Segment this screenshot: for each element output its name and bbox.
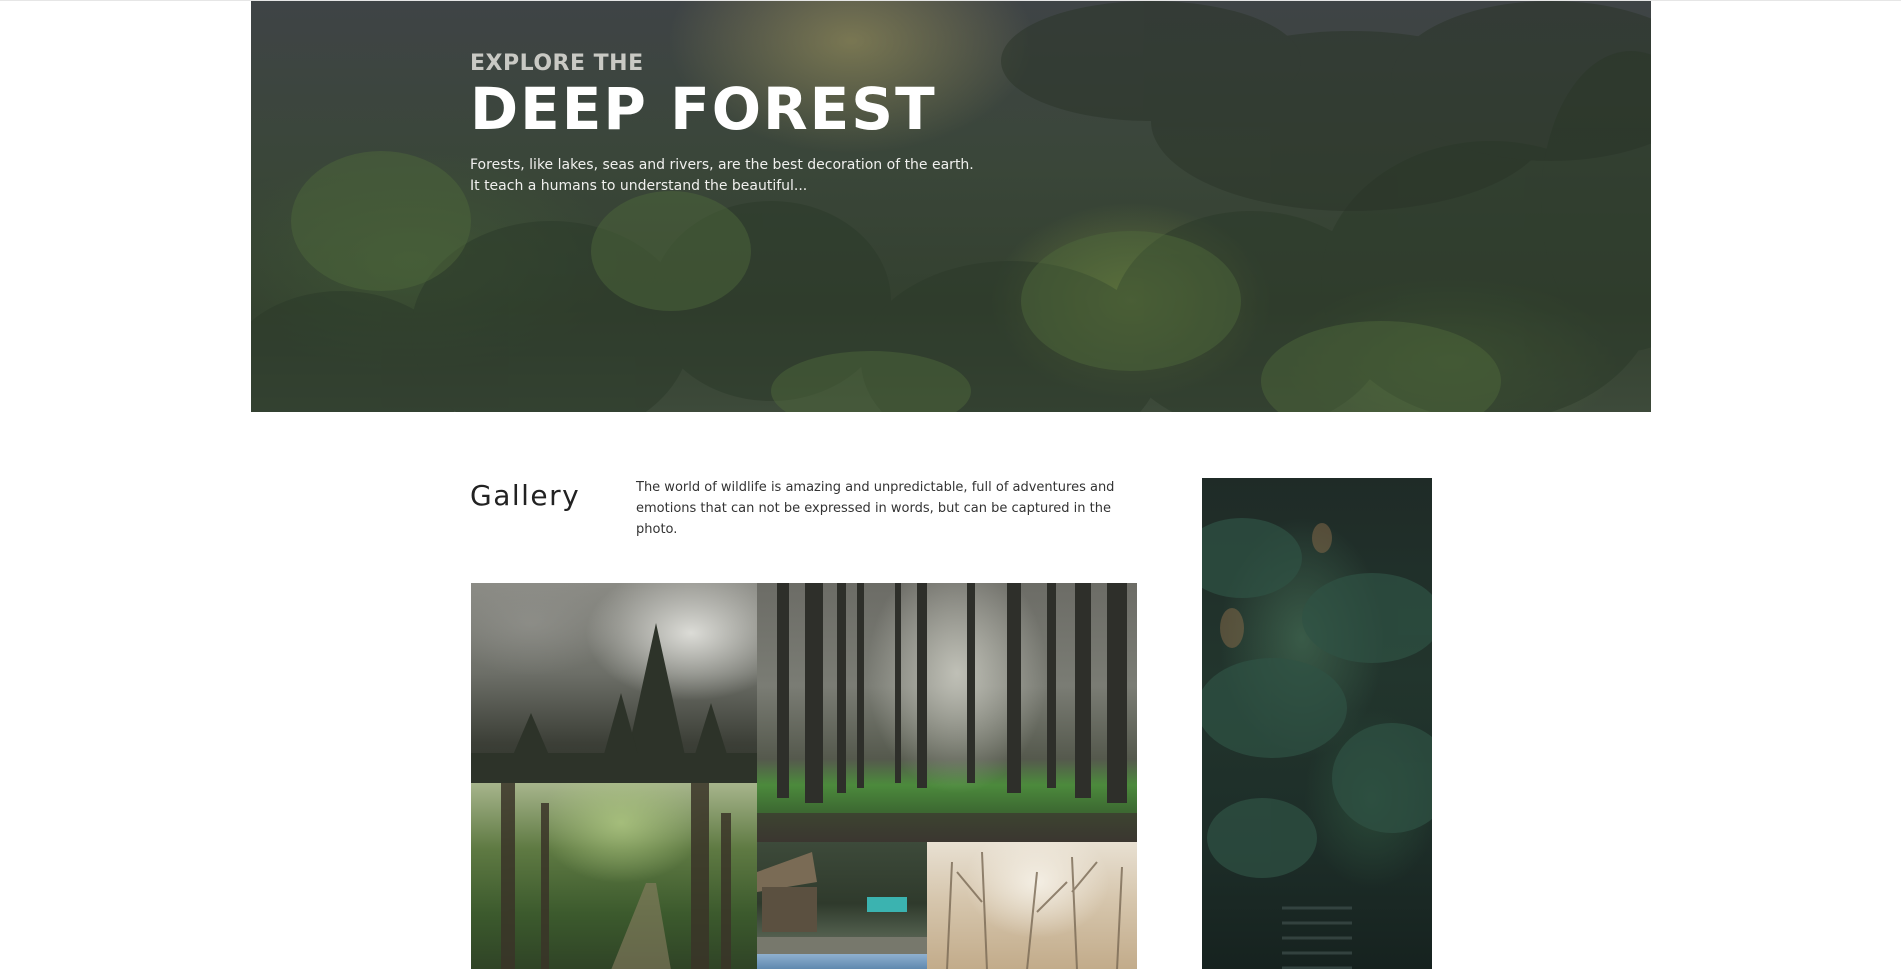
gallery-description-line: The world of wildlife is amazing and unp… (636, 480, 1115, 495)
gallery-photo-tall-trees-green-grass[interactable] (757, 583, 1137, 842)
hero-description-line: Forests, like lakes, seas and rivers, ar… (470, 157, 974, 173)
gallery-photo-foggy-pine-forest[interactable] (471, 583, 757, 783)
forest-trees-icon (501, 783, 731, 969)
hero-banner: EXPLORE THE DEEP FOREST Forests, like la… (251, 1, 1651, 412)
bare-trees-icon (946, 851, 1123, 969)
hero-kicker: EXPLORE THE (470, 51, 644, 76)
pine-trees-icon (471, 623, 757, 783)
gallery-description-line: emotions that can not be expressed in wo… (636, 501, 1111, 537)
gallery-photo-misty-bare-trees[interactable] (927, 842, 1137, 969)
hero-title: DEEP FOREST (470, 75, 937, 143)
gallery-photo-blue-sky[interactable] (757, 954, 927, 969)
cabin-icon (757, 852, 927, 954)
gallery-photo-forest-cabin[interactable] (757, 842, 927, 954)
fir-branches-icon (1202, 518, 1432, 969)
gallery-photo-green-forest-path[interactable] (471, 783, 757, 969)
hero-description-line: It teach a humans to understand the beau… (470, 178, 808, 194)
hero-text-block: EXPLORE THE DEEP FOREST Forests, like la… (470, 51, 974, 197)
page: EXPLORE THE DEEP FOREST Forests, like la… (0, 0, 1901, 969)
tree-trunks-icon (757, 583, 1137, 842)
gallery-title: Gallery (470, 479, 581, 512)
hero-description: Forests, like lakes, seas and rivers, ar… (470, 155, 974, 197)
gallery-photo-dark-fir-branches[interactable] (1202, 478, 1432, 969)
gallery-description: The world of wildlife is amazing and unp… (636, 477, 1156, 540)
